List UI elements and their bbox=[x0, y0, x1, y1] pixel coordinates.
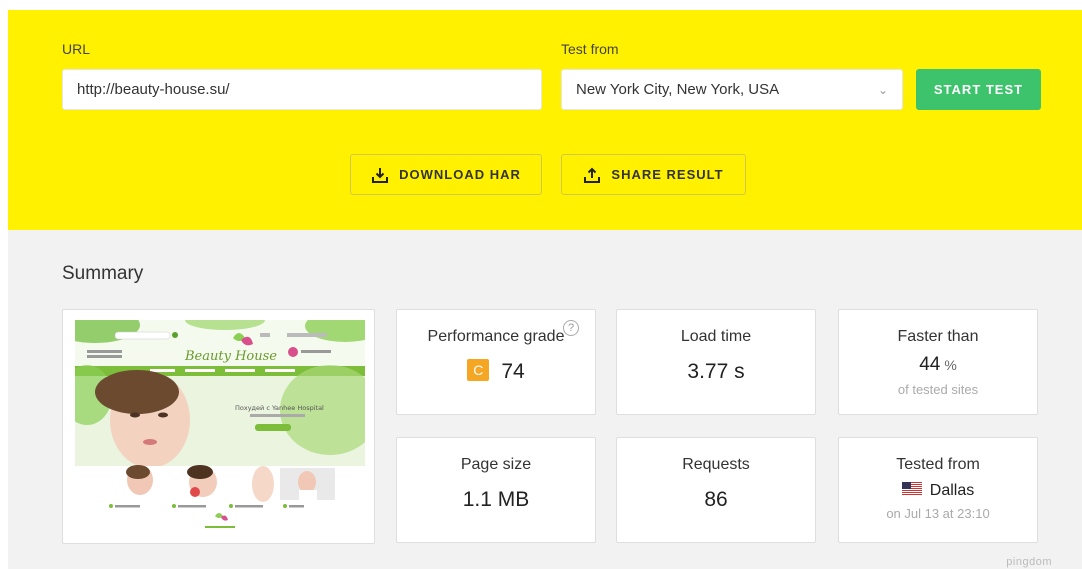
start-test-button[interactable]: START TEST bbox=[916, 69, 1041, 110]
tested-from-card: Tested from Dallas on Jul 13 at 23:10 bbox=[838, 437, 1038, 543]
website-thumbnail-card: Beauty House Похудей с Yanhee Hospital bbox=[62, 309, 375, 544]
requests-value: 86 bbox=[704, 488, 728, 511]
url-input[interactable] bbox=[62, 69, 542, 110]
summary-title: Summary bbox=[62, 263, 144, 284]
share-result-label: SHARE RESULT bbox=[611, 167, 724, 182]
grade-badge: C bbox=[467, 359, 490, 382]
download-har-label: DOWNLOAD HAR bbox=[399, 167, 521, 182]
performance-score: 74 bbox=[501, 360, 525, 383]
test-from-select[interactable]: New York City, New York, USA ⌄ bbox=[561, 69, 903, 110]
share-icon bbox=[584, 167, 601, 183]
download-icon bbox=[372, 167, 389, 183]
tested-from-sub: on Jul 13 at 23:10 bbox=[886, 506, 990, 521]
tested-from-title: Tested from bbox=[896, 456, 980, 473]
load-time-value: 3.77 s bbox=[687, 360, 745, 383]
load-time-card: Load time 3.77 s bbox=[616, 309, 816, 415]
website-screenshot-image: Beauty House Похудей с Yanhee Hospital bbox=[75, 320, 365, 535]
test-form-panel bbox=[8, 10, 1082, 230]
test-from-value: New York City, New York, USA bbox=[576, 81, 780, 98]
url-label: URL bbox=[62, 41, 91, 57]
faster-than-title: Faster than bbox=[897, 328, 979, 345]
faster-than-card: Faster than 44% of tested sites bbox=[838, 309, 1038, 415]
faster-than-unit: % bbox=[944, 357, 957, 373]
faster-than-sub: of tested sites bbox=[897, 382, 979, 397]
share-result-button[interactable]: SHARE RESULT bbox=[561, 154, 746, 195]
performance-grade-card: ? Performance grade C 74 bbox=[396, 309, 596, 415]
requests-title: Requests bbox=[682, 456, 750, 473]
requests-card: Requests 86 bbox=[616, 437, 816, 543]
load-time-title: Load time bbox=[680, 328, 752, 345]
test-from-label: Test from bbox=[561, 41, 619, 57]
download-har-button[interactable]: DOWNLOAD HAR bbox=[350, 154, 542, 195]
page-size-card: Page size 1.1 MB bbox=[396, 437, 596, 543]
tested-from-value: Dallas bbox=[929, 482, 975, 499]
chevron-down-icon: ⌄ bbox=[877, 82, 888, 97]
page-size-value: 1.1 MB bbox=[462, 488, 530, 511]
pingdom-logo: pingdom bbox=[1006, 556, 1052, 568]
website-thumbnail: Beauty House Похудей с Yanhee Hospital bbox=[75, 320, 365, 535]
thumbnail-banner-text: Похудей с Yanhee Hospital bbox=[235, 404, 324, 412]
help-icon[interactable]: ? bbox=[563, 320, 579, 336]
faster-than-value: 44 bbox=[919, 354, 941, 375]
top-strip bbox=[0, 0, 1082, 10]
us-flag-icon bbox=[901, 482, 922, 496]
thumbnail-brand: Beauty House bbox=[184, 349, 277, 364]
page-size-title: Page size bbox=[460, 456, 532, 473]
